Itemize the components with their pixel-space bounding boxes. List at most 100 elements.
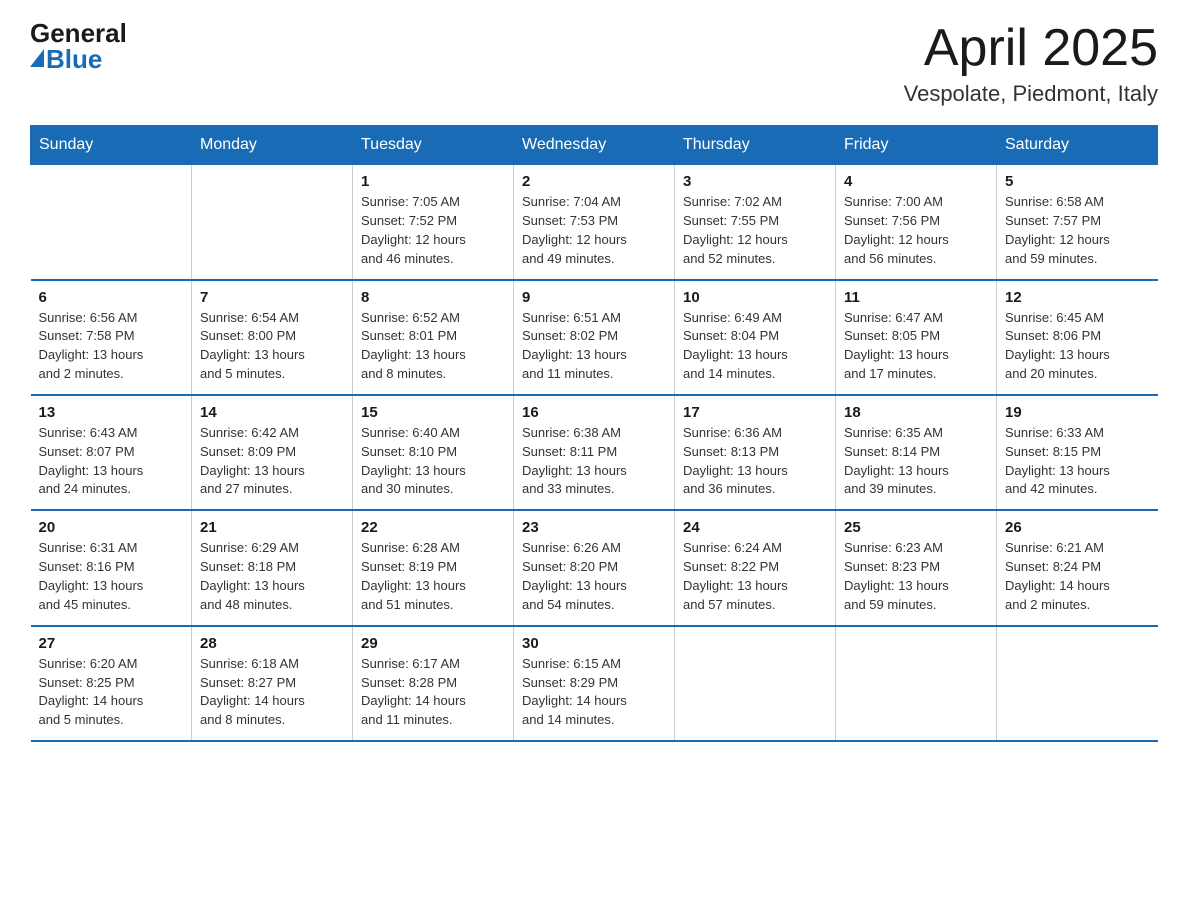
day-cell: 30 Sunrise: 6:15 AM Sunset: 8:29 PM Dayli… [514, 626, 675, 741]
day-cell: 17 Sunrise: 6:36 AM Sunset: 8:13 PM Dayli… [675, 395, 836, 510]
day-info: Sunrise: 6:42 AM Sunset: 8:09 PM Dayligh… [200, 424, 344, 499]
logo-general-text: General [30, 20, 127, 46]
day-number: 8 [361, 289, 505, 306]
day-info: Sunrise: 6:18 AM Sunset: 8:27 PM Dayligh… [200, 655, 344, 730]
day-info: Sunrise: 6:54 AM Sunset: 8:00 PM Dayligh… [200, 309, 344, 384]
header-cell-tuesday: Tuesday [353, 126, 514, 165]
week-row-4: 20Sunrise: 6:31 AM Sunset: 8:16 PM Dayli… [31, 510, 1158, 625]
day-number: 7 [200, 289, 344, 306]
logo-blue-text: Blue [46, 46, 102, 72]
logo-triangle-icon [30, 49, 44, 67]
day-cell: 28 Sunrise: 6:18 AM Sunset: 8:27 PM Dayli… [192, 626, 353, 741]
day-cell: 3Sunrise: 7:02 AM Sunset: 7:55 PM Daylig… [675, 165, 836, 280]
page-title: April 2025 [904, 20, 1158, 77]
day-cell: 26 Sunrise: 6:21 AM Sunset: 8:24 PM Dayli… [997, 510, 1158, 625]
day-number: 23 [522, 519, 666, 536]
logo: General Blue [30, 20, 127, 72]
header-cell-wednesday: Wednesday [514, 126, 675, 165]
header-cell-friday: Friday [836, 126, 997, 165]
logo-blue-row: Blue [30, 46, 102, 72]
day-number: 26 [1005, 519, 1150, 536]
week-row-5: 27 Sunrise: 6:20 AM Sunset: 8:25 PM Dayli… [31, 626, 1158, 741]
day-info: Sunrise: 6:58 AM Sunset: 7:57 PM Dayligh… [1005, 193, 1150, 268]
day-info: Sunrise: 6:33 AM Sunset: 8:15 PM Dayligh… [1005, 424, 1150, 499]
day-number: 12 [1005, 289, 1150, 306]
day-info: Sunrise: 6:24 AM Sunset: 8:22 PM Dayligh… [683, 539, 827, 614]
header-cell-saturday: Saturday [997, 126, 1158, 165]
day-number: 6 [39, 289, 184, 306]
day-number: 3 [683, 173, 827, 190]
calendar-header: SundayMondayTuesdayWednesdayThursdayFrid… [31, 126, 1158, 165]
day-info: Sunrise: 6:51 AM Sunset: 8:02 PM Dayligh… [522, 309, 666, 384]
week-row-3: 13Sunrise: 6:43 AM Sunset: 8:07 PM Dayli… [31, 395, 1158, 510]
day-info: Sunrise: 6:21 AM Sunset: 8:24 PM Dayligh… [1005, 539, 1150, 614]
day-cell: 29 Sunrise: 6:17 AM Sunset: 8:28 PM Dayli… [353, 626, 514, 741]
day-info: Sunrise: 6:40 AM Sunset: 8:10 PM Dayligh… [361, 424, 505, 499]
calendar-table: SundayMondayTuesdayWednesdayThursdayFrid… [30, 125, 1158, 742]
day-cell: 19 Sunrise: 6:33 AM Sunset: 8:15 PM Dayli… [997, 395, 1158, 510]
page-header: General Blue April 2025 Vespolate, Piedm… [30, 20, 1158, 107]
day-cell: 11Sunrise: 6:47 AM Sunset: 8:05 PM Dayli… [836, 280, 997, 395]
day-number: 2 [522, 173, 666, 190]
day-number: 25 [844, 519, 988, 536]
day-info: Sunrise: 6:56 AM Sunset: 7:58 PM Dayligh… [39, 309, 184, 384]
day-info: Sunrise: 6:20 AM Sunset: 8:25 PM Dayligh… [39, 655, 184, 730]
day-info: Sunrise: 6:17 AM Sunset: 8:28 PM Dayligh… [361, 655, 505, 730]
day-info: Sunrise: 6:35 AM Sunset: 8:14 PM Dayligh… [844, 424, 988, 499]
day-cell: 13Sunrise: 6:43 AM Sunset: 8:07 PM Dayli… [31, 395, 192, 510]
day-cell: 7 Sunrise: 6:54 AM Sunset: 8:00 PM Daylig… [192, 280, 353, 395]
day-number: 10 [683, 289, 827, 306]
day-number: 4 [844, 173, 988, 190]
week-row-2: 6 Sunrise: 6:56 AM Sunset: 7:58 PM Daylig… [31, 280, 1158, 395]
day-number: 5 [1005, 173, 1150, 190]
day-cell: 25 Sunrise: 6:23 AM Sunset: 8:23 PM Dayli… [836, 510, 997, 625]
day-info: Sunrise: 6:15 AM Sunset: 8:29 PM Dayligh… [522, 655, 666, 730]
calendar-body: 1Sunrise: 7:05 AM Sunset: 7:52 PM Daylig… [31, 165, 1158, 741]
header-cell-sunday: Sunday [31, 126, 192, 165]
day-info: Sunrise: 7:00 AM Sunset: 7:56 PM Dayligh… [844, 193, 988, 268]
day-number: 28 [200, 635, 344, 652]
day-info: Sunrise: 6:29 AM Sunset: 8:18 PM Dayligh… [200, 539, 344, 614]
day-cell: 21Sunrise: 6:29 AM Sunset: 8:18 PM Dayli… [192, 510, 353, 625]
day-info: Sunrise: 6:47 AM Sunset: 8:05 PM Dayligh… [844, 309, 988, 384]
day-info: Sunrise: 6:36 AM Sunset: 8:13 PM Dayligh… [683, 424, 827, 499]
day-info: Sunrise: 6:28 AM Sunset: 8:19 PM Dayligh… [361, 539, 505, 614]
day-number: 13 [39, 404, 184, 421]
day-cell: 5 Sunrise: 6:58 AM Sunset: 7:57 PM Daylig… [997, 165, 1158, 280]
header-cell-thursday: Thursday [675, 126, 836, 165]
day-cell [192, 165, 353, 280]
day-cell: 16Sunrise: 6:38 AM Sunset: 8:11 PM Dayli… [514, 395, 675, 510]
day-number: 30 [522, 635, 666, 652]
day-cell: 20Sunrise: 6:31 AM Sunset: 8:16 PM Dayli… [31, 510, 192, 625]
day-number: 20 [39, 519, 184, 536]
day-cell: 14 Sunrise: 6:42 AM Sunset: 8:09 PM Dayli… [192, 395, 353, 510]
day-cell: 4 Sunrise: 7:00 AM Sunset: 7:56 PM Daylig… [836, 165, 997, 280]
day-cell [997, 626, 1158, 741]
day-info: Sunrise: 6:38 AM Sunset: 8:11 PM Dayligh… [522, 424, 666, 499]
title-area: April 2025 Vespolate, Piedmont, Italy [904, 20, 1158, 107]
page-subtitle: Vespolate, Piedmont, Italy [904, 81, 1158, 107]
day-cell: 8 Sunrise: 6:52 AM Sunset: 8:01 PM Daylig… [353, 280, 514, 395]
day-cell: 27 Sunrise: 6:20 AM Sunset: 8:25 PM Dayli… [31, 626, 192, 741]
day-info: Sunrise: 7:04 AM Sunset: 7:53 PM Dayligh… [522, 193, 666, 268]
day-number: 29 [361, 635, 505, 652]
day-info: Sunrise: 6:26 AM Sunset: 8:20 PM Dayligh… [522, 539, 666, 614]
day-number: 17 [683, 404, 827, 421]
day-cell: 9Sunrise: 6:51 AM Sunset: 8:02 PM Daylig… [514, 280, 675, 395]
day-info: Sunrise: 6:23 AM Sunset: 8:23 PM Dayligh… [844, 539, 988, 614]
day-cell: 2 Sunrise: 7:04 AM Sunset: 7:53 PM Daylig… [514, 165, 675, 280]
day-number: 1 [361, 173, 505, 190]
day-info: Sunrise: 6:49 AM Sunset: 8:04 PM Dayligh… [683, 309, 827, 384]
day-cell: 10 Sunrise: 6:49 AM Sunset: 8:04 PM Dayli… [675, 280, 836, 395]
day-number: 14 [200, 404, 344, 421]
day-number: 15 [361, 404, 505, 421]
day-cell: 24 Sunrise: 6:24 AM Sunset: 8:22 PM Dayli… [675, 510, 836, 625]
day-number: 27 [39, 635, 184, 652]
day-info: Sunrise: 6:52 AM Sunset: 8:01 PM Dayligh… [361, 309, 505, 384]
day-number: 22 [361, 519, 505, 536]
day-number: 24 [683, 519, 827, 536]
header-row: SundayMondayTuesdayWednesdayThursdayFrid… [31, 126, 1158, 165]
day-number: 19 [1005, 404, 1150, 421]
day-number: 18 [844, 404, 988, 421]
day-cell: 23 Sunrise: 6:26 AM Sunset: 8:20 PM Dayli… [514, 510, 675, 625]
